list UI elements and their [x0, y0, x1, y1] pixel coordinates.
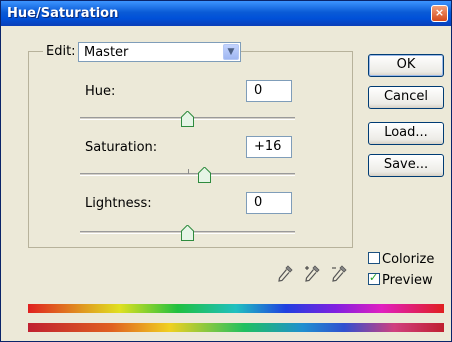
edit-dropdown-value: Master — [84, 45, 129, 60]
load-button[interactable]: Load... — [368, 122, 444, 145]
eyedropper-minus-icon[interactable] — [331, 265, 347, 283]
preview-option[interactable]: ✓ Preview — [368, 271, 433, 288]
save-button[interactable]: Save... — [368, 154, 444, 177]
saturation-slider-center-tick — [188, 169, 189, 174]
output-spectrum-bar — [28, 323, 444, 332]
saturation-slider-thumb[interactable] — [198, 167, 212, 183]
title-bar[interactable]: Hue/Saturation × — [1, 1, 451, 26]
edit-groupbox — [28, 51, 353, 248]
edit-label: Edit: — [43, 44, 79, 59]
lightness-input[interactable]: 0 — [246, 192, 292, 214]
preview-checkbox[interactable]: ✓ — [368, 271, 380, 285]
input-spectrum-bar — [28, 304, 444, 313]
colorize-checkbox[interactable] — [368, 252, 380, 264]
saturation-input[interactable]: +16 — [246, 136, 292, 158]
hue-slider-thumb[interactable] — [181, 111, 194, 127]
saturation-label: Saturation: — [85, 140, 158, 155]
close-button[interactable]: × — [431, 5, 448, 22]
edit-dropdown[interactable]: Master ▼ — [78, 42, 241, 62]
hue-input[interactable]: 0 — [246, 80, 292, 102]
dialog-title: Hue/Saturation — [7, 6, 119, 21]
colorize-option[interactable]: Colorize — [368, 252, 434, 267]
preview-label: Preview — [382, 273, 433, 288]
cancel-button[interactable]: Cancel — [368, 86, 444, 109]
eyedropper-icon[interactable] — [277, 265, 293, 283]
lightness-label: Lightness: — [85, 196, 152, 211]
ok-button[interactable]: OK — [368, 54, 444, 77]
hue-saturation-dialog: Hue/Saturation × Edit: Master ▼ Hue: 0 S… — [0, 0, 452, 342]
lightness-slider-thumb[interactable] — [181, 225, 194, 241]
colorize-label: Colorize — [382, 252, 435, 267]
hue-label: Hue: — [85, 84, 116, 99]
eyedropper-plus-icon[interactable] — [304, 265, 320, 283]
checkmark-icon: ✓ — [369, 271, 379, 284]
chevron-down-icon[interactable]: ▼ — [223, 44, 239, 60]
